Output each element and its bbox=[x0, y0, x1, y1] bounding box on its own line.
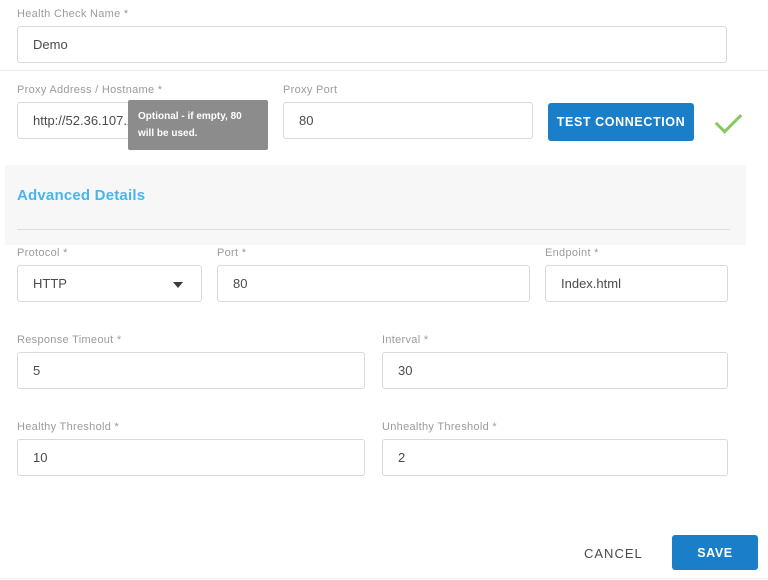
proxy-address-label: Proxy Address / Hostname * bbox=[17, 84, 267, 96]
advanced-details-heading: Advanced Details bbox=[17, 187, 145, 204]
proxy-port-field: Proxy Port bbox=[283, 84, 533, 139]
proxy-port-input[interactable] bbox=[283, 102, 533, 139]
test-connection-button[interactable]: TEST CONNECTION bbox=[548, 103, 694, 141]
response-timeout-label: Response Timeout * bbox=[17, 334, 365, 346]
response-timeout-field: Response Timeout * bbox=[17, 334, 365, 389]
proxy-port-label: Proxy Port bbox=[283, 84, 533, 96]
interval-input[interactable] bbox=[382, 352, 728, 389]
connection-success-check-icon bbox=[715, 106, 743, 134]
healthy-threshold-input[interactable] bbox=[17, 439, 365, 476]
advanced-details-panel: Advanced Details bbox=[5, 165, 746, 245]
port-input[interactable] bbox=[217, 265, 530, 302]
protocol-label: Protocol * bbox=[17, 247, 202, 259]
interval-field: Interval * bbox=[382, 334, 728, 389]
health-check-name-label: Health Check Name * bbox=[17, 8, 727, 20]
cancel-button[interactable]: CANCEL bbox=[576, 540, 651, 567]
port-label: Port * bbox=[217, 247, 530, 259]
advanced-details-divider bbox=[17, 229, 730, 230]
healthy-threshold-field: Healthy Threshold * bbox=[17, 421, 365, 476]
protocol-field: Protocol * HTTP bbox=[17, 247, 202, 302]
protocol-selected-value: HTTP bbox=[33, 276, 67, 291]
health-check-name-field: Health Check Name * bbox=[17, 8, 727, 63]
section-divider bbox=[0, 70, 768, 71]
proxy-port-tooltip: Optional - if empty, 80 will be used. bbox=[128, 100, 268, 150]
healthy-threshold-label: Healthy Threshold * bbox=[17, 421, 365, 433]
endpoint-field: Endpoint * bbox=[545, 247, 728, 302]
endpoint-label: Endpoint * bbox=[545, 247, 728, 259]
interval-label: Interval * bbox=[382, 334, 728, 346]
bottom-border bbox=[0, 578, 768, 579]
response-timeout-input[interactable] bbox=[17, 352, 365, 389]
chevron-down-icon bbox=[173, 282, 183, 288]
port-field: Port * bbox=[217, 247, 530, 302]
endpoint-input[interactable] bbox=[545, 265, 728, 302]
unhealthy-threshold-label: Unhealthy Threshold * bbox=[382, 421, 728, 433]
unhealthy-threshold-field: Unhealthy Threshold * bbox=[382, 421, 728, 476]
unhealthy-threshold-input[interactable] bbox=[382, 439, 728, 476]
health-check-name-input[interactable] bbox=[17, 26, 727, 63]
protocol-select[interactable]: HTTP bbox=[17, 265, 202, 302]
health-check-form: Health Check Name * Proxy Address / Host… bbox=[0, 0, 768, 580]
save-button[interactable]: SAVE bbox=[672, 535, 758, 570]
